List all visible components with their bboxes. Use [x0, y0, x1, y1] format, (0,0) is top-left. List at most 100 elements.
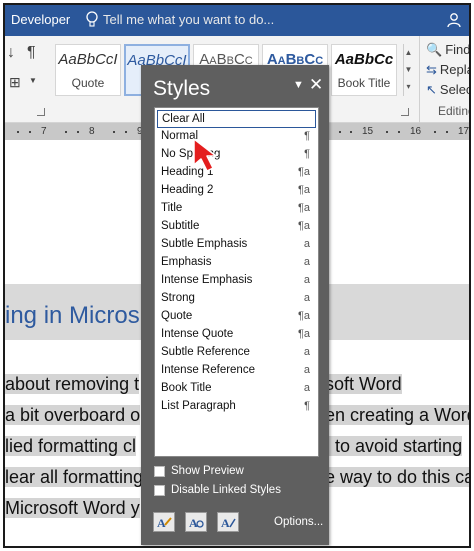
style-item-subtitle[interactable]: Subtitle ¶a: [157, 218, 316, 236]
style-type-icon: a: [303, 238, 310, 250]
document-line: e way to do this ca: [325, 465, 469, 489]
style-name: Intense Quote: [161, 328, 234, 340]
styles-launcher-icon[interactable]: [401, 108, 409, 116]
style-inspector-button[interactable]: A: [185, 512, 207, 532]
line-right: en creating a Word: [325, 405, 469, 425]
document-line: , to avoid starting: [325, 434, 463, 458]
ruler-number: 17: [458, 126, 470, 137]
pane-title: Styles: [153, 77, 211, 100]
chevron-down-icon[interactable]: ▼: [29, 76, 37, 85]
gallery-more-icon[interactable]: ▾: [404, 78, 413, 95]
gallery-sample: AaBbCcI: [58, 51, 118, 68]
show-preview-label: Show Preview: [171, 465, 244, 477]
find-button[interactable]: 🔍 Find: [426, 42, 469, 58]
style-item-heading-1[interactable]: Heading 1 ¶a: [157, 164, 316, 182]
style-type-icon: a: [303, 256, 310, 268]
editing-group: 🔍Find ⇆Replac ↖Select Editing: [419, 36, 469, 123]
style-item-normal[interactable]: Normal ¶: [157, 128, 316, 146]
document-line: lear all formatting: [5, 465, 144, 489]
style-item-list-paragraph[interactable]: List Paragraph ¶: [157, 398, 316, 416]
pane-options-dropdown-icon[interactable]: ▼: [293, 79, 304, 91]
scroll-up-icon[interactable]: ▲: [404, 44, 413, 61]
style-item-strong[interactable]: Strong a: [157, 290, 316, 308]
style-name: Book Title: [161, 382, 212, 394]
tell-me-search[interactable]: Tell me what you want to do...: [103, 12, 274, 27]
style-item-heading-2[interactable]: Heading 2 ¶a: [157, 182, 316, 200]
gallery-sample: AaBbCc: [334, 51, 394, 68]
style-type-icon: ¶: [304, 130, 310, 142]
style-type-icon: a: [303, 382, 310, 394]
ruler-dot: [386, 131, 388, 133]
paragraph-group-fragment: ↓ ¶ ⊞ ▼: [5, 36, 53, 123]
style-name: Quote: [161, 310, 193, 322]
share-person-icon[interactable]: [445, 12, 463, 28]
gallery-name: Quote: [71, 76, 105, 90]
line-left: lied formatting cl: [5, 436, 137, 456]
style-item-intense-quote[interactable]: Intense Quote ¶a: [157, 326, 316, 344]
borders-icon[interactable]: ⊞: [9, 74, 21, 91]
gallery-style-quote[interactable]: AaBbCcI Quote: [55, 44, 121, 96]
styles-pane: Styles ▼ ✕ Clear All Normal ¶ No Spacing ¶…: [141, 65, 329, 545]
manage-styles-button[interactable]: A: [217, 512, 239, 532]
style-item-intense-reference[interactable]: Intense Reference a: [157, 362, 316, 380]
ruler-dot: [65, 131, 67, 133]
style-type-icon: a: [303, 346, 310, 358]
style-type-icon: ¶a: [297, 220, 310, 232]
select-button[interactable]: ↖Select: [426, 82, 469, 98]
red-pointer-cursor-icon: [193, 138, 217, 172]
word-window: Developer Tell me what you want to do...…: [3, 3, 471, 548]
document-heading: ing in Micros: [5, 302, 140, 329]
style-item-subtle-reference[interactable]: Subtle Reference a: [157, 344, 316, 362]
paragraph-launcher-icon[interactable]: [37, 108, 45, 116]
style-item-title[interactable]: Title ¶a: [157, 200, 316, 218]
title-bar: Developer Tell me what you want to do...: [5, 5, 469, 36]
document-line: en creating a Word: [325, 403, 469, 427]
ruler-dot: [339, 131, 341, 133]
style-type-icon: ¶a: [297, 310, 310, 322]
close-icon[interactable]: ✕: [309, 75, 323, 95]
document-line: about removing t: [5, 372, 140, 396]
style-item-quote[interactable]: Quote ¶a: [157, 308, 316, 326]
style-type-icon: ¶a: [297, 184, 310, 196]
scroll-down-icon[interactable]: ▼: [404, 61, 413, 78]
disable-linked-styles-checkbox[interactable]: [154, 485, 165, 496]
select-label: Select: [439, 82, 469, 97]
style-name: Heading 2: [161, 184, 214, 196]
ruler-dot: [125, 131, 127, 133]
document-line: Microsoft Word y: [5, 496, 140, 520]
style-type-icon: a: [303, 274, 310, 286]
style-item-subtle-emphasis[interactable]: Subtle Emphasis a: [157, 236, 316, 254]
tab-developer[interactable]: Developer: [11, 12, 70, 27]
options-link[interactable]: Options...: [274, 516, 323, 528]
style-item-emphasis[interactable]: Emphasis a: [157, 254, 316, 272]
line-right: soft Word: [325, 374, 402, 394]
style-type-icon: a: [303, 292, 310, 304]
style-type-icon: ¶a: [297, 202, 310, 214]
new-style-button[interactable]: A: [153, 512, 175, 532]
disable-linked-styles-label: Disable Linked Styles: [171, 484, 281, 496]
line-left: about removing t: [5, 374, 140, 394]
pointer-icon: ↖: [426, 82, 437, 97]
line-left: lear all formatting: [5, 467, 144, 487]
style-item-book-title[interactable]: Book Title a: [157, 380, 316, 398]
style-name: Title: [161, 202, 183, 214]
ruler-dot: [29, 131, 31, 133]
sort-icon[interactable]: ↓: [7, 44, 15, 62]
style-item-no-spacing[interactable]: No Spacing ¶: [157, 146, 316, 164]
gallery-scrollbar[interactable]: ▲ ▼ ▾: [403, 44, 413, 96]
style-item-intense-emphasis[interactable]: Intense Emphasis a: [157, 272, 316, 290]
ruler-number: 7: [41, 126, 47, 137]
style-type-icon: ¶: [304, 400, 310, 412]
document-line: lied formatting cl: [5, 434, 137, 458]
style-name: Subtle Emphasis: [161, 238, 248, 250]
editing-group-label: Editing: [438, 104, 469, 118]
show-preview-checkbox[interactable]: [154, 466, 165, 477]
pilcrow-icon[interactable]: ¶: [27, 44, 36, 62]
style-name: List Paragraph: [161, 400, 236, 412]
gallery-style-book-title[interactable]: AaBbCc Book Title: [331, 44, 397, 96]
style-name: Emphasis: [161, 256, 212, 268]
replace-button[interactable]: ⇆Replac: [426, 62, 469, 78]
style-item-clear-all[interactable]: Clear All: [157, 110, 316, 128]
svg-text:A: A: [221, 516, 230, 530]
line-right: e way to do this ca: [325, 467, 469, 487]
